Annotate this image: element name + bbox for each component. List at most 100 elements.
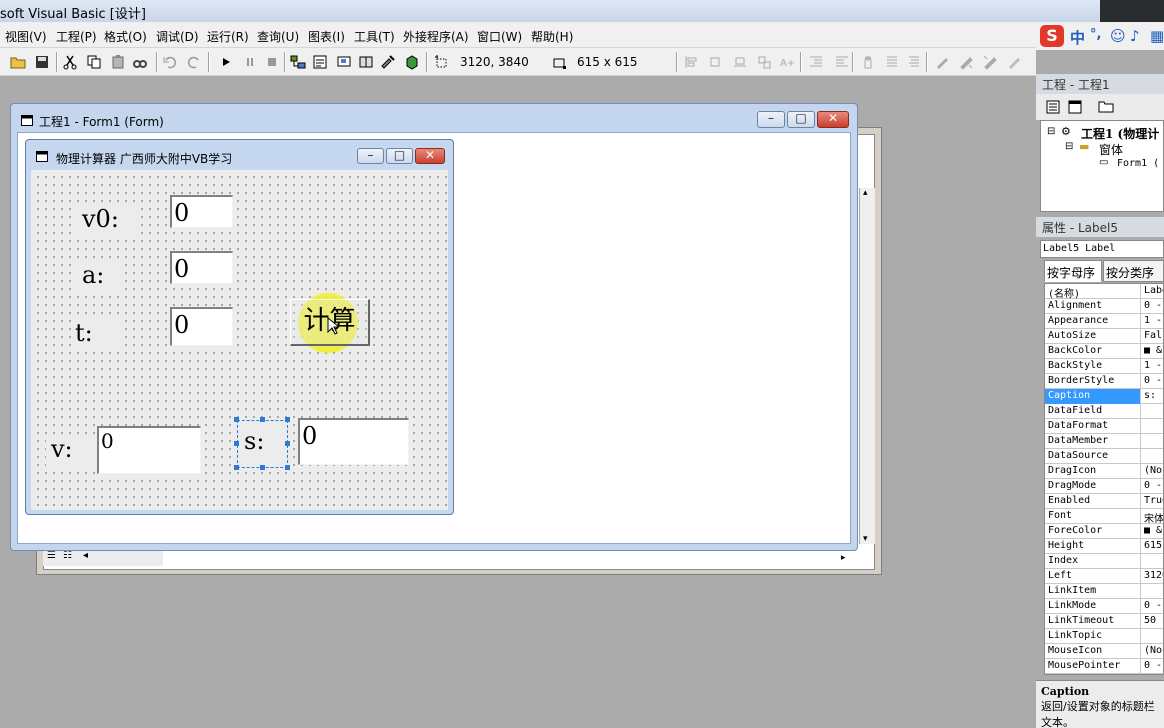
property-value[interactable]: 0 - xyxy=(1142,599,1163,614)
pause-icon[interactable] xyxy=(242,54,258,70)
property-row[interactable]: BackStyle 1 - xyxy=(1045,359,1163,374)
property-value[interactable]: ■ & xyxy=(1142,524,1163,539)
property-row[interactable]: LinkTimeout 50 xyxy=(1045,614,1163,629)
menu-query[interactable]: 查询(U) xyxy=(257,28,299,45)
ime-mode[interactable]: 中 xyxy=(1070,27,1085,48)
hand-icon[interactable] xyxy=(860,54,876,70)
scroll-up-icon[interactable]: ▴ xyxy=(863,188,868,198)
property-value[interactable]: 1 - xyxy=(1142,359,1163,374)
close-button[interactable]: ✕ xyxy=(817,111,849,128)
next-bookmark-icon[interactable] xyxy=(958,54,974,70)
property-row[interactable]: DataField xyxy=(1045,404,1163,419)
property-row[interactable]: Appearance 1 - xyxy=(1045,314,1163,329)
property-value[interactable] xyxy=(1142,554,1163,569)
property-row[interactable]: DragMode 0 - xyxy=(1045,479,1163,494)
property-row[interactable]: Index xyxy=(1045,554,1163,569)
view-code-icon[interactable] xyxy=(1046,100,1060,114)
form-minimize-button[interactable]: – xyxy=(357,148,384,164)
property-row[interactable]: BorderStyle 0 - xyxy=(1045,374,1163,389)
property-value[interactable]: 3120 xyxy=(1142,569,1163,584)
form-layout-icon[interactable] xyxy=(336,54,352,70)
selection-handle[interactable] xyxy=(234,441,239,446)
property-row[interactable]: DragIcon(Non xyxy=(1045,464,1163,479)
property-row[interactable]: DataMember xyxy=(1045,434,1163,449)
property-value[interactable]: (Non xyxy=(1142,644,1163,659)
object-browser-icon[interactable] xyxy=(358,54,374,70)
microphone-icon[interactable]: ♪ xyxy=(1130,27,1140,45)
menu-help[interactable]: 帮助(H) xyxy=(531,28,573,45)
textbox-t[interactable]: 0 xyxy=(170,307,233,346)
property-value[interactable]: 0 - xyxy=(1142,299,1163,314)
property-value[interactable]: 0 - xyxy=(1142,659,1163,674)
menu-tools[interactable]: 工具(T) xyxy=(354,28,395,45)
selection-handle[interactable] xyxy=(234,417,239,422)
property-value[interactable]: 615 xyxy=(1142,539,1163,554)
textbox-v0[interactable]: 0 xyxy=(170,195,233,228)
label-t[interactable]: t: xyxy=(71,318,125,352)
property-row[interactable]: BackColor ■ & xyxy=(1045,344,1163,359)
property-value[interactable]: 50 xyxy=(1142,614,1163,629)
vertical-scrollbar[interactable]: ▴ ▾ xyxy=(859,188,875,544)
punctuation-icon[interactable]: °, xyxy=(1090,27,1101,42)
view-object-icon[interactable] xyxy=(1068,100,1082,114)
property-row[interactable]: Alignment 0 - xyxy=(1045,299,1163,314)
clear-bookmarks-icon[interactable] xyxy=(1006,54,1022,70)
run-icon[interactable] xyxy=(218,54,234,70)
property-value[interactable]: 宋体 xyxy=(1142,509,1163,524)
label-a[interactable]: a: xyxy=(77,260,125,294)
property-row[interactable]: Height 615 xyxy=(1045,539,1163,554)
property-value[interactable]: ■ & xyxy=(1142,344,1163,359)
scroll-left-icon[interactable]: ◂ xyxy=(83,550,88,561)
property-value[interactable]: Labe xyxy=(1142,284,1163,299)
project-tree[interactable]: ⊟ ⚙ 工程1 (物理计 ⊟ ▬ 窗体 ▭ Form1 ( xyxy=(1040,120,1164,212)
selection-handle[interactable] xyxy=(260,465,265,470)
property-value[interactable]: 0 - xyxy=(1142,374,1163,389)
procedure-view-icon[interactable]: ☰ xyxy=(47,550,56,561)
property-value[interactable]: (Non xyxy=(1142,464,1163,479)
minimize-button[interactable]: – xyxy=(757,111,785,128)
object-selector[interactable]: Label5 Label xyxy=(1040,240,1164,258)
property-grid[interactable]: (名称)LabeAlignment0 -Appearance1 -AutoSiz… xyxy=(1044,283,1164,675)
cut-icon[interactable] xyxy=(62,54,78,70)
form1[interactable]: 物理计算器 广西师大附中VB学习 – □ ✕ v0: 0 a: 0 t: 0 计… xyxy=(25,139,454,515)
tab-categorized[interactable]: 按分类序 xyxy=(1103,260,1164,282)
data-view-icon[interactable] xyxy=(404,54,420,70)
emoji-icon[interactable]: ☺ xyxy=(1110,27,1126,45)
menu-debug[interactable]: 调试(D) xyxy=(156,28,199,45)
selection-handle[interactable] xyxy=(285,465,290,470)
size-to-grid-icon[interactable] xyxy=(756,54,772,70)
textbox-a[interactable]: 0 xyxy=(170,251,233,284)
menu-run[interactable]: 运行(R) xyxy=(207,28,249,45)
property-row[interactable]: Left3120 xyxy=(1045,569,1163,584)
sogou-logo-icon[interactable]: S xyxy=(1040,25,1064,47)
menu-window[interactable]: 窗口(W) xyxy=(477,28,522,45)
save-icon[interactable] xyxy=(34,54,50,70)
property-row[interactable]: Font 宋体 xyxy=(1045,509,1163,524)
property-row[interactable]: AutoSizeFals xyxy=(1045,329,1163,344)
tab-alphabetic[interactable]: 按字母序 xyxy=(1044,260,1102,282)
label-v[interactable]: v: xyxy=(46,434,98,468)
find-icon[interactable] xyxy=(132,54,148,70)
property-row[interactable]: (名称)Labe xyxy=(1045,284,1163,299)
stop-icon[interactable] xyxy=(264,54,280,70)
property-value[interactable]: s: xyxy=(1142,389,1163,404)
property-value[interactable] xyxy=(1142,419,1163,434)
property-row[interactable]: MouseIcon(Non xyxy=(1045,644,1163,659)
full-module-view-icon[interactable]: ☷ xyxy=(63,550,72,561)
menu-view[interactable]: 视图(V) xyxy=(5,28,47,45)
property-value[interactable] xyxy=(1142,629,1163,644)
maximize-button[interactable]: □ xyxy=(787,111,815,128)
property-value[interactable] xyxy=(1142,584,1163,599)
uncomment-block-icon[interactable] xyxy=(906,54,922,70)
tree-expander-icon[interactable]: ⊟ xyxy=(1047,126,1055,137)
scroll-down-icon[interactable]: ▾ xyxy=(863,534,868,544)
forms-folder[interactable]: 窗体 xyxy=(1099,141,1123,158)
property-row[interactable]: DataFormat xyxy=(1045,419,1163,434)
property-row[interactable]: LinkMode 0 - xyxy=(1045,599,1163,614)
toggle-folders-icon[interactable] xyxy=(1098,99,1114,113)
menu-format[interactable]: 格式(O) xyxy=(104,28,147,45)
font-size-icon[interactable]: A+ xyxy=(778,54,794,70)
property-row[interactable]: EnabledTrue xyxy=(1045,494,1163,509)
textbox-s[interactable]: 0 xyxy=(298,418,409,465)
copy-icon[interactable] xyxy=(86,54,102,70)
